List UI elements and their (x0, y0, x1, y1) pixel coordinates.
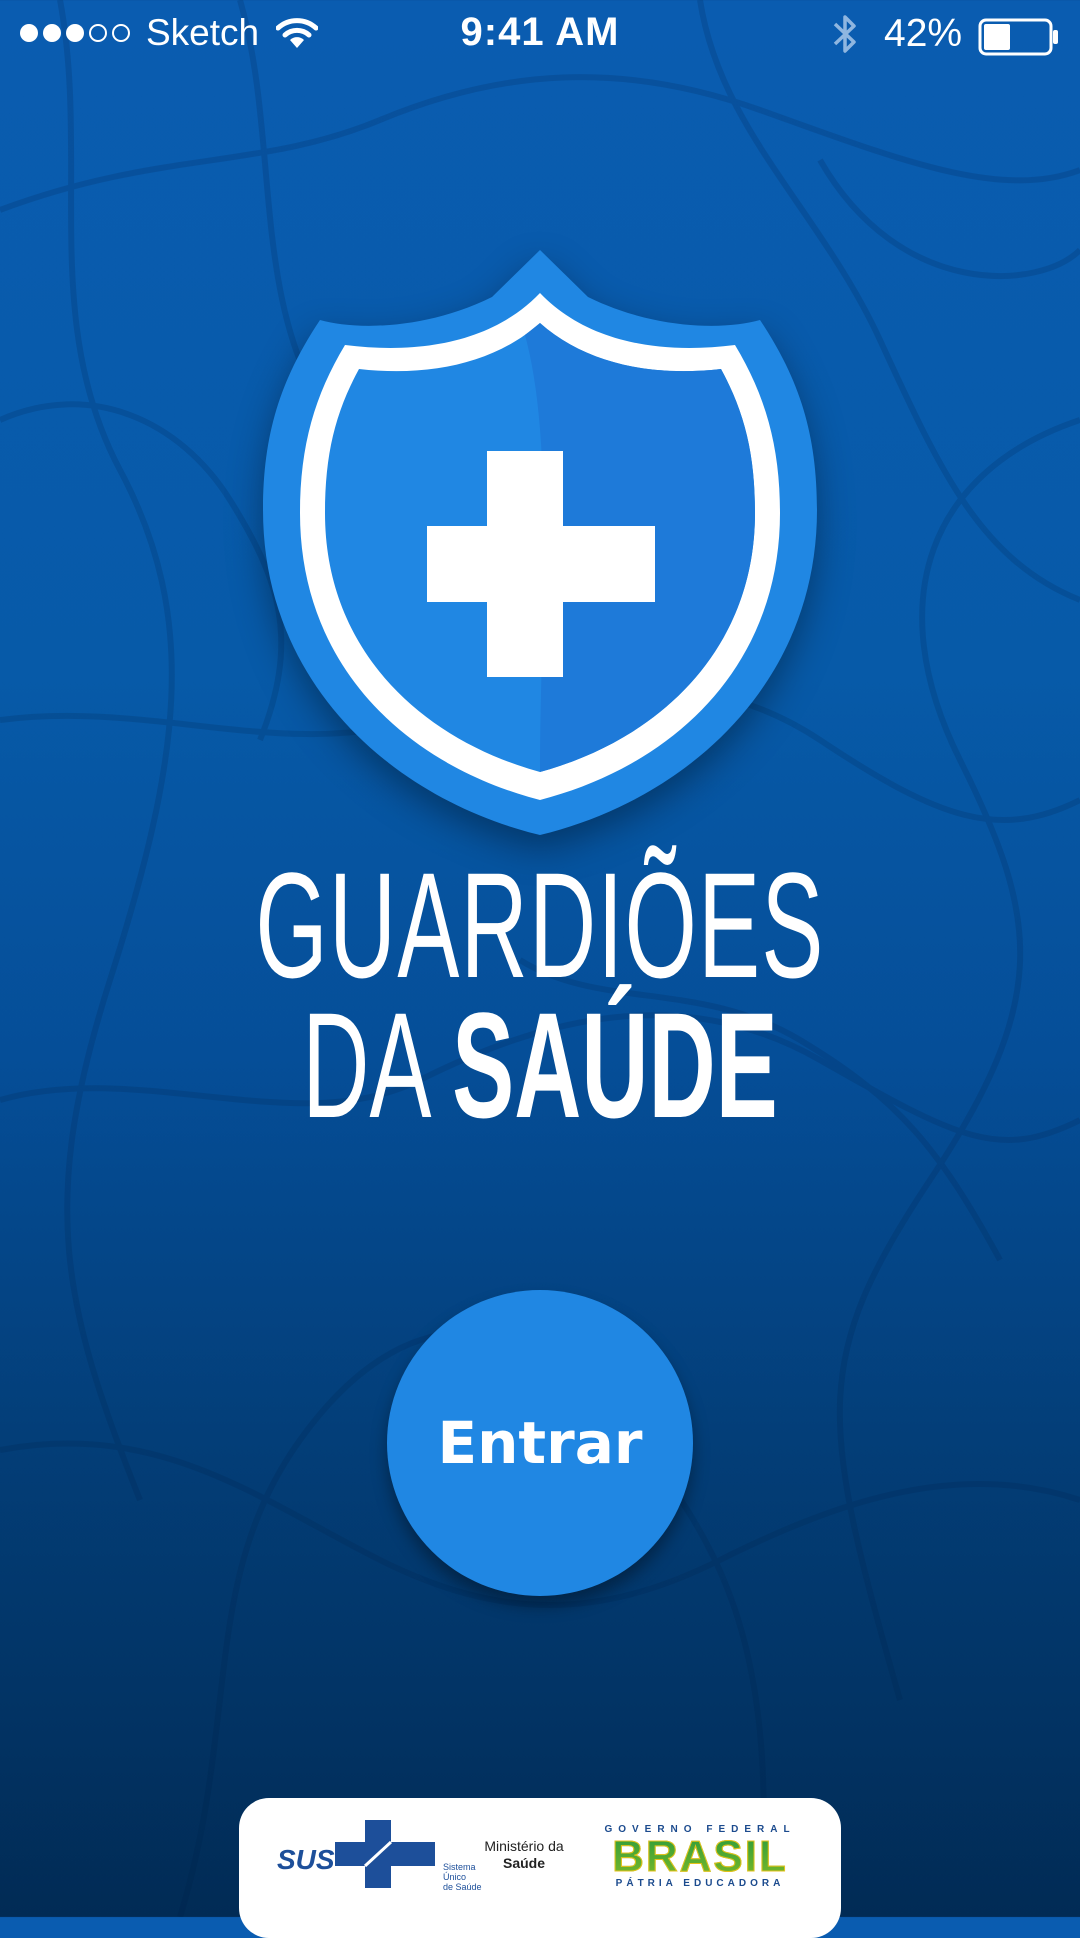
ministry-of-health-logo: Ministério da Saúde (479, 1838, 569, 1872)
bluetooth-icon (833, 15, 856, 53)
app-title-da: DA (302, 981, 427, 1149)
brazil-government-logo: GOVERNO FEDERAL BRASIL PÁTRIA EDUCADORA (601, 1824, 799, 1890)
app-title-line2: DA SAÚDE (205, 990, 875, 1140)
status-bar: Sketch 9:41 AM 42% (0, 0, 1080, 70)
sus-logo-text: SUS (277, 1844, 335, 1875)
battery-icon (978, 18, 1058, 56)
battery-percentage: 42% (884, 12, 963, 55)
footer-logos: SUS Sistema Único de Saúde Ministério da… (239, 1798, 841, 1938)
government-main-text: BRASIL (601, 1834, 799, 1879)
ministry-line1: Ministério da (484, 1838, 564, 1854)
sus-cross-icon (335, 1820, 435, 1888)
app-title-saude: SAÚDE (452, 981, 778, 1149)
ministry-line2: Saúde (502, 1855, 545, 1871)
enter-button[interactable]: Entrar (387, 1290, 693, 1596)
app-title-line1: GUARDIÕES (255, 841, 825, 1009)
shield-cross-icon (263, 250, 817, 835)
government-slogan: PÁTRIA EDUCADORA (615, 1878, 785, 1889)
